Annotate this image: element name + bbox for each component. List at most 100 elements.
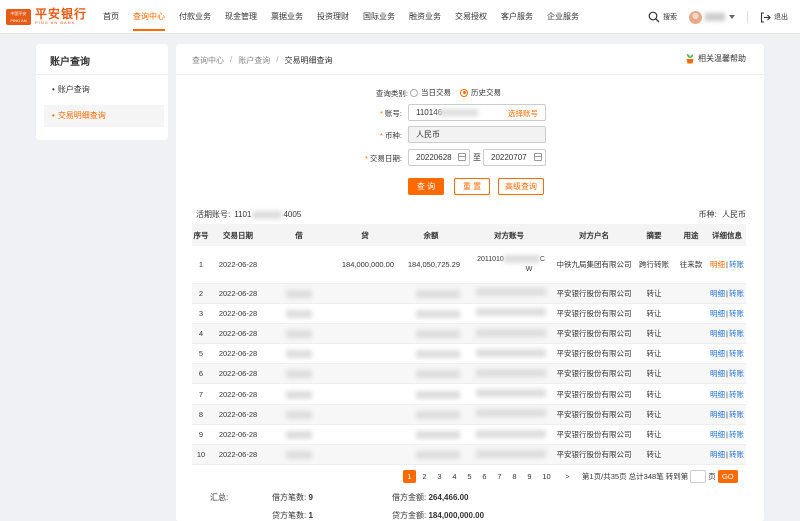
page-button[interactable]: 1 xyxy=(403,470,416,483)
radio-today[interactable]: 当日交易 xyxy=(410,87,451,98)
cell-balance xyxy=(398,343,464,365)
cell-counter-account xyxy=(464,404,554,425)
detail-link[interactable]: 明细 xyxy=(710,450,725,459)
query-button[interactable]: 查 询 xyxy=(408,178,444,195)
radio-history[interactable]: 历史交易 xyxy=(460,87,501,98)
page-unit-label: 页 xyxy=(708,472,716,481)
logout-button[interactable]: 退出 xyxy=(760,11,788,23)
currency-field[interactable]: 人民币 xyxy=(408,126,546,143)
page-button[interactable]: 6 xyxy=(478,470,491,483)
sidebar-item-transaction-detail[interactable]: • 交易明细查询 xyxy=(44,105,164,127)
next-page-button[interactable]: > xyxy=(559,470,576,483)
nav-item[interactable]: 融资业务 xyxy=(402,0,448,34)
nav-item[interactable]: 查询中心 xyxy=(126,0,172,34)
detail-link[interactable]: 明细 xyxy=(710,390,725,399)
detail-link[interactable]: 明细 xyxy=(710,309,725,318)
col-header-purpose: 用途 xyxy=(674,224,708,246)
masked-value xyxy=(416,451,460,460)
user-menu[interactable] xyxy=(689,10,735,24)
nav-item[interactable]: 现金管理 xyxy=(218,0,264,34)
breadcrumb-query-center[interactable]: 查询中心 xyxy=(192,55,224,66)
debit-count: 借方笔数: 9 xyxy=(272,493,313,502)
cell-date: 2022-06-28 xyxy=(210,343,266,365)
calendar-icon[interactable] xyxy=(458,153,466,161)
transfer-link[interactable]: 转账 xyxy=(729,410,744,419)
cell-no: 2 xyxy=(192,283,210,304)
detail-link[interactable]: 明细 xyxy=(710,260,725,269)
cell-counter-account xyxy=(464,444,554,466)
debit-amount: 借方金额: 264,466.00 xyxy=(392,493,469,502)
help-link[interactable]: 相关温馨帮助 xyxy=(685,53,746,64)
go-button[interactable]: GO xyxy=(717,470,738,483)
detail-link[interactable]: 明细 xyxy=(710,430,725,439)
page-jump-input[interactable] xyxy=(690,470,707,483)
table-row: 10 2022-06-28 平安银行股份有限公司 转让 明细|转账 xyxy=(192,444,746,466)
cell-date: 2022-06-28 xyxy=(210,404,266,425)
account-label: * 账号: xyxy=(379,109,402,118)
page-button[interactable]: 4 xyxy=(448,470,461,483)
cell-credit xyxy=(332,424,398,446)
user-name-masked xyxy=(705,13,725,21)
masked-value xyxy=(476,429,546,438)
detail-link[interactable]: 明细 xyxy=(710,289,725,298)
col-header-counter-name: 对方户名 xyxy=(554,224,634,246)
cell-debit xyxy=(266,246,332,284)
nav-item[interactable]: 首页 xyxy=(96,0,126,34)
breadcrumb-account-query[interactable]: 账户查询 xyxy=(238,55,270,66)
nav-item[interactable]: 企业服务 xyxy=(540,0,586,34)
transfer-link[interactable]: 转账 xyxy=(729,450,744,459)
detail-link[interactable]: 明细 xyxy=(710,349,725,358)
nav-item[interactable]: 国际业务 xyxy=(356,0,402,34)
page-button[interactable]: 3 xyxy=(433,470,446,483)
cell-balance xyxy=(398,424,464,446)
totals-label: 汇总: xyxy=(210,493,229,502)
page-button[interactable]: 7 xyxy=(493,470,506,483)
nav-item[interactable]: 投资理财 xyxy=(310,0,356,34)
transfer-link[interactable]: 转账 xyxy=(729,430,744,439)
page-button[interactable]: 8 xyxy=(508,470,521,483)
cell-no: 6 xyxy=(192,363,210,385)
currency-label: * 币种: xyxy=(379,131,402,140)
cell-no: 1 xyxy=(192,246,210,284)
cell-debit xyxy=(266,303,332,324)
detail-link[interactable]: 明细 xyxy=(710,329,725,338)
sidebar-item-account-query[interactable]: • 账户查询 xyxy=(44,79,164,101)
cell-debit xyxy=(266,343,332,365)
page-button[interactable]: 5 xyxy=(463,470,476,483)
transfer-link[interactable]: 转账 xyxy=(729,309,744,318)
page-button[interactable]: 2 xyxy=(418,470,431,483)
transfer-link[interactable]: 转账 xyxy=(729,289,744,298)
transfer-link[interactable]: 转账 xyxy=(729,390,744,399)
cell-details: 明细|转账 xyxy=(708,323,746,345)
search-button[interactable]: 搜索 xyxy=(648,11,677,23)
cell-date: 2022-06-28 xyxy=(210,363,266,385)
ping-an-badge-icon: 中国平安 PING AN xyxy=(6,8,31,25)
transfer-link[interactable]: 转账 xyxy=(729,329,744,338)
advanced-query-button[interactable]: 高级查询 xyxy=(498,178,544,195)
table-row: 4 2022-06-28 平安银行股份有限公司 转让 明细|转账 xyxy=(192,323,746,345)
nav-item[interactable]: 付款业务 xyxy=(172,0,218,34)
table-row: 9 2022-06-28 平安银行股份有限公司 转让 明细|转账 xyxy=(192,424,746,446)
cell-purpose: 往来款 xyxy=(674,246,708,284)
bank-logo[interactable]: 中国平安 PING AN 平安银行 PING AN BANK xyxy=(6,8,87,25)
nav-item[interactable]: 票据业务 xyxy=(264,0,310,34)
nav-item[interactable]: 交易授权 xyxy=(448,0,494,34)
masked-value xyxy=(286,370,312,379)
reset-button[interactable]: 重 置 xyxy=(454,178,490,195)
transfer-link[interactable]: 转账 xyxy=(729,369,744,378)
col-header-date: 交易日期 xyxy=(210,224,266,246)
search-icon xyxy=(648,11,660,23)
page-button[interactable]: 9 xyxy=(523,470,536,483)
transfer-link[interactable]: 转账 xyxy=(729,260,744,269)
page-button[interactable]: 10 xyxy=(538,470,555,483)
detail-link[interactable]: 明细 xyxy=(710,410,725,419)
calendar-icon[interactable] xyxy=(534,153,542,161)
cell-summary: 转让 xyxy=(634,343,674,365)
select-account-link[interactable]: 选择账号 xyxy=(508,108,538,119)
cell-summary: 转让 xyxy=(634,323,674,345)
detail-link[interactable]: 明细 xyxy=(710,369,725,378)
cell-counter-name: 平安银行股份有限公司 xyxy=(554,283,634,304)
transfer-link[interactable]: 转账 xyxy=(729,349,744,358)
table-header-row: 序号 交易日期 借 贷 余额 对方账号 对方户名 摘要 用途 详细信息 xyxy=(192,224,746,246)
nav-item[interactable]: 客户服务 xyxy=(494,0,540,34)
